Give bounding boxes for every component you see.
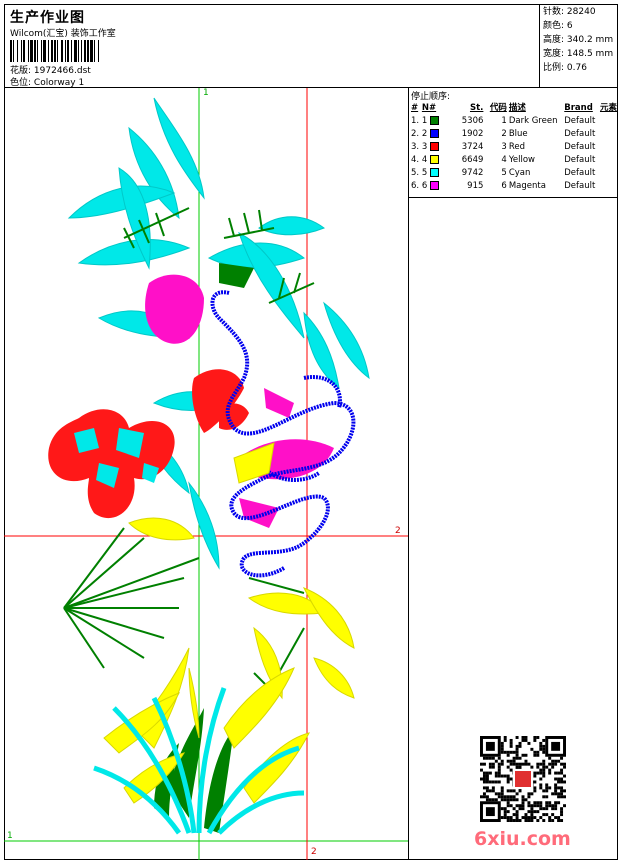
col-element: 元素 (599, 102, 617, 113)
row-index: 6. (411, 180, 420, 191)
barcode (10, 40, 142, 62)
colorway-name: Colorway 1 (33, 78, 85, 88)
color-table-header: # N# St. 代码 描述 Brand 元素 (410, 101, 618, 114)
qr-code (480, 736, 566, 822)
row-stitches: 3724 (461, 141, 484, 152)
row-needle: 5 (421, 166, 455, 179)
row-brand: Default (564, 154, 596, 165)
color-row: 1. 1 5306 1 Dark Green Default (410, 114, 618, 127)
row-description: Dark Green (508, 115, 558, 126)
stat-height: 高度: 340.2 mm (543, 35, 614, 45)
row-stitches: 6649 (461, 154, 484, 165)
row-brand: Default (564, 141, 596, 152)
page-title: 生产作业图 (10, 10, 85, 26)
col-needle: N# (421, 102, 437, 113)
row-stitches: 1902 (461, 128, 484, 139)
header: 生产作业图 Wilcom(汇宝) 装饰工作室 花版: 1972466.dst 色… (4, 4, 618, 88)
row-needle: 6 (421, 179, 455, 192)
colorway-label: 色位: (10, 78, 32, 88)
row-stitches: 5306 (461, 115, 484, 126)
guide-label-h1: 1 (7, 831, 13, 841)
row-brand: Default (564, 128, 596, 139)
guide-label-h2: 2 (395, 526, 401, 536)
color-row: 6. 6 915 6 Magenta Default (410, 179, 618, 192)
row-brand: Default (564, 115, 596, 126)
row-index: 2. (411, 128, 420, 139)
guide-label-v2: 2 (311, 847, 317, 857)
row-index: 1. (411, 115, 420, 126)
color-swatch (430, 154, 440, 164)
row-code: 1 (501, 115, 507, 126)
color-swatch (430, 180, 440, 190)
row-code: 6 (501, 180, 507, 191)
colorway-info: 色位: Colorway 1 (10, 75, 84, 88)
row-needle: 1 (421, 114, 455, 127)
row-stitches: 915 (467, 180, 484, 191)
stats-panel: 针数: 28240 颜色: 6 高度: 340.2 mm 宽度: 148.5 m… (539, 4, 618, 88)
color-swatch (430, 141, 440, 151)
color-row: 4. 4 6649 4 Yellow Default (410, 153, 618, 166)
col-stitches: St. (469, 102, 484, 113)
color-swatch (430, 167, 440, 177)
row-index: 3. (411, 141, 420, 152)
row-description: Yellow (508, 154, 536, 165)
row-code: 4 (501, 154, 507, 165)
watermark-logo: 6xiu.com (474, 828, 571, 850)
row-description: Red (508, 141, 525, 152)
company-name: Wilcom(汇宝) 装饰工作室 (10, 29, 116, 39)
row-code: 2 (501, 128, 507, 139)
stat-colors: 颜色: 6 (543, 21, 573, 31)
row-brand: Default (564, 180, 596, 191)
stat-scale: 比例: 0.76 (543, 63, 587, 73)
row-brand: Default (564, 167, 596, 178)
design-canvas: 1 2 2 1 (4, 88, 409, 860)
row-index: 4. (411, 154, 420, 165)
color-row: 3. 3 3724 3 Red Default (410, 140, 618, 153)
color-swatch (430, 115, 440, 125)
col-code: 代码 (489, 102, 507, 113)
col-description: 描述 (508, 102, 526, 113)
row-needle: 3 (421, 140, 455, 153)
row-code: 3 (501, 141, 507, 152)
stat-stitches: 针数: 28240 (543, 7, 596, 17)
color-row: 2. 2 1902 2 Blue Default (410, 127, 618, 140)
color-table: # N# St. 代码 描述 Brand 元素 1. 1 5306 1 Dark Gr… (410, 101, 618, 192)
color-swatch (430, 128, 440, 138)
row-code: 5 (501, 167, 507, 178)
col-index: # (411, 102, 419, 113)
row-needle: 4 (421, 153, 455, 166)
col-brand: Brand (564, 102, 593, 113)
embroidery-preview (4, 88, 408, 860)
stat-width: 宽度: 148.5 mm (543, 49, 614, 59)
row-index: 5. (411, 167, 420, 178)
row-description: Cyan (508, 167, 531, 178)
row-description: Magenta (508, 180, 546, 191)
row-stitches: 9742 (461, 167, 484, 178)
stop-sequence-panel: 停止顺序: # N# St. 代码 描述 Brand 元素 1. 1 5306 1 D… (409, 88, 618, 198)
row-needle: 2 (421, 127, 455, 140)
row-description: Blue (508, 128, 528, 139)
guide-label-v1: 1 (203, 88, 209, 98)
color-row: 5. 5 9742 5 Cyan Default (410, 166, 618, 179)
